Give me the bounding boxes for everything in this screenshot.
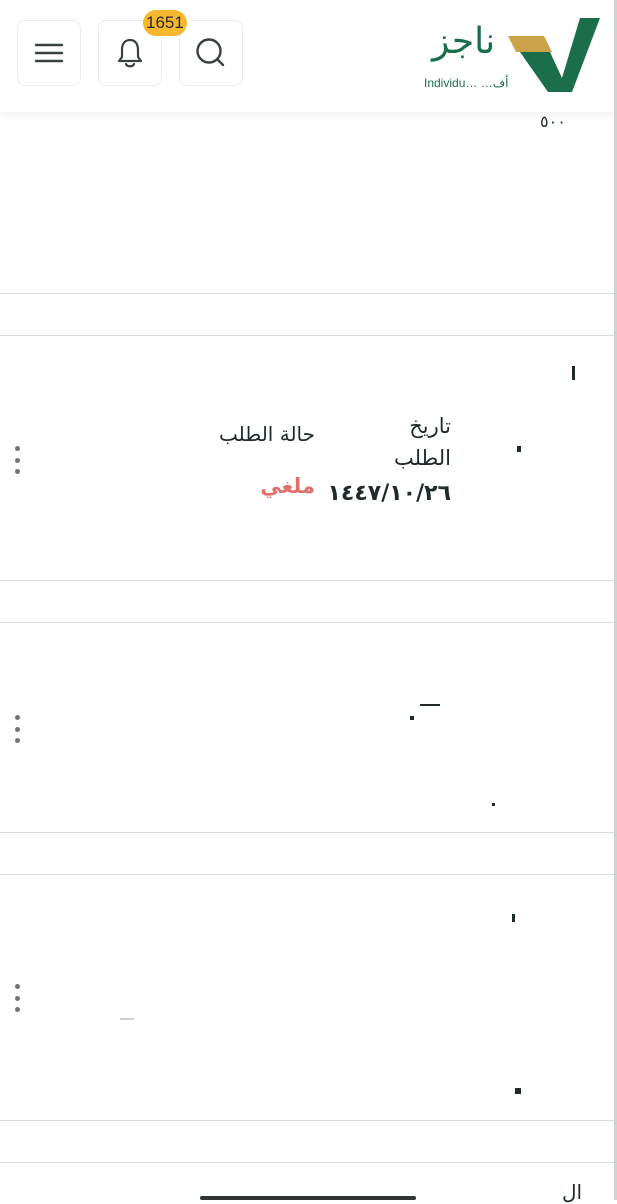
text-fragment bbox=[492, 803, 495, 806]
menu-button[interactable] bbox=[17, 20, 81, 86]
text-fragment bbox=[517, 446, 521, 452]
text-fragment bbox=[572, 366, 575, 380]
more-options-icon[interactable] bbox=[11, 446, 23, 474]
divider bbox=[0, 335, 617, 336]
divider bbox=[0, 580, 617, 581]
request-date-value: ١٤٤٧/١٠/٢٦ bbox=[327, 481, 452, 506]
divider bbox=[0, 622, 617, 623]
divider bbox=[0, 832, 617, 833]
logo-check-mark bbox=[508, 18, 600, 92]
divider bbox=[0, 874, 617, 875]
more-options-icon[interactable] bbox=[11, 984, 23, 1012]
search-button[interactable] bbox=[179, 20, 243, 86]
partial-text: ٥٠٠ bbox=[540, 112, 566, 131]
logo-subtitle: Individu… …أف bbox=[424, 76, 509, 90]
request-status-label: حالة الطلب bbox=[219, 422, 315, 446]
text-fragment bbox=[420, 704, 440, 706]
partial-text: ال bbox=[562, 1180, 583, 1204]
logo-wordmark: ناجز bbox=[432, 21, 496, 62]
home-indicator bbox=[200, 1196, 416, 1200]
request-status-value: ملغي bbox=[260, 474, 315, 498]
more-options-icon[interactable] bbox=[11, 715, 23, 743]
search-icon bbox=[196, 38, 225, 67]
divider bbox=[0, 1162, 617, 1163]
text-fragment bbox=[512, 914, 515, 922]
request-date-label: تاريخ الطلب bbox=[393, 414, 451, 470]
text-fragment bbox=[515, 1088, 521, 1094]
menu-icon bbox=[34, 43, 64, 63]
bell-icon bbox=[117, 38, 143, 68]
text-fragment bbox=[410, 716, 414, 720]
najiz-logo[interactable]: ناجز Individu… …أف bbox=[418, 12, 603, 98]
divider bbox=[0, 293, 617, 294]
notification-count-badge: 1651 bbox=[143, 10, 187, 36]
text-fragment bbox=[120, 1018, 134, 1020]
divider bbox=[0, 1120, 617, 1121]
app-header: 1651 ناجز Individu… …أف bbox=[0, 0, 617, 112]
